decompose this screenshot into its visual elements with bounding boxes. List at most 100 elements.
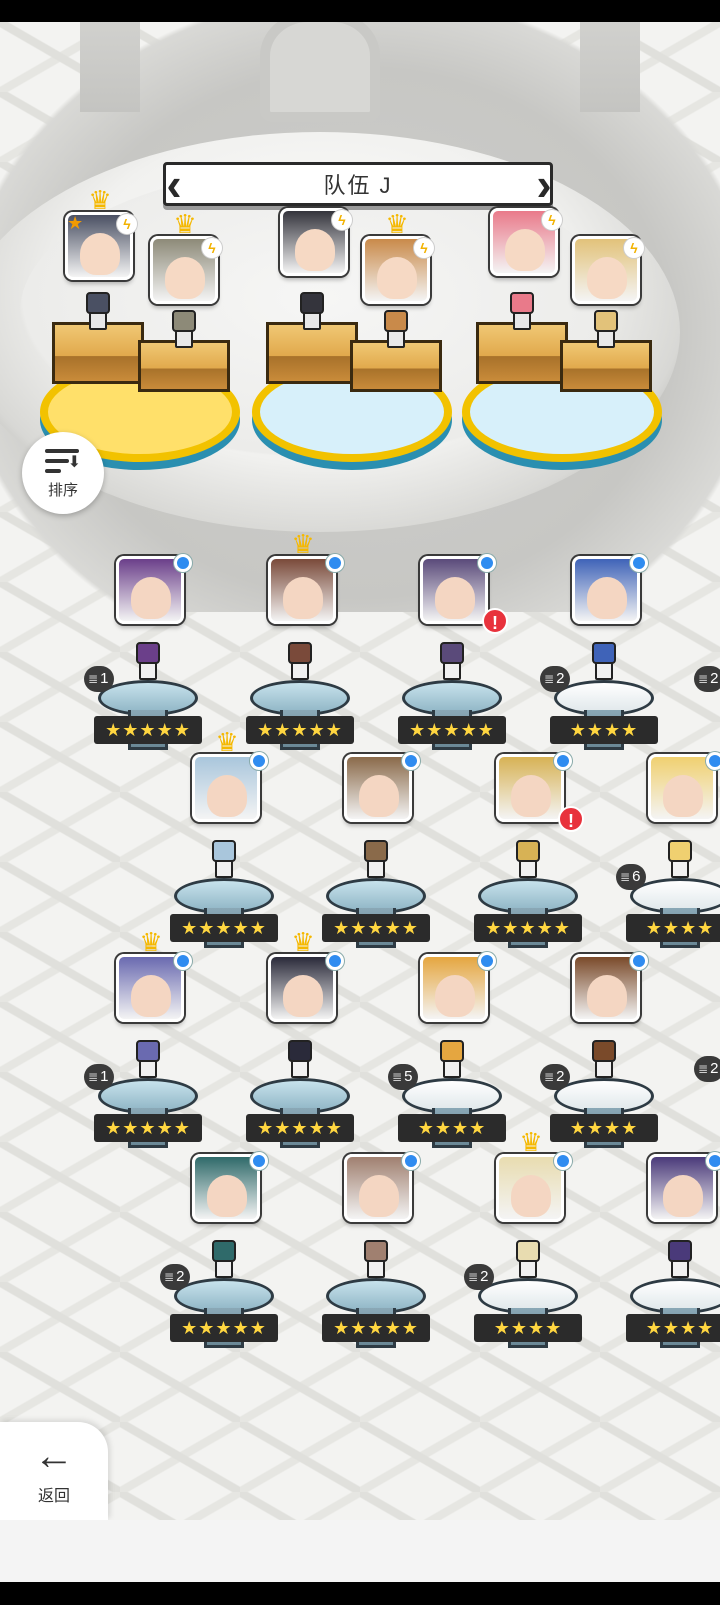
portrait-face [80, 233, 120, 275]
portrait-face [131, 975, 171, 1017]
crown-icon: ♛ [173, 209, 197, 239]
selected-dot-icon [630, 554, 648, 572]
star-rating-text: ★★★★★ [333, 1318, 419, 1338]
sort-icon: ⬇ [45, 447, 81, 475]
duplicate-count: 5 [404, 1068, 413, 1085]
portrait-face [207, 1175, 247, 1217]
hero-sprite[interactable] [358, 1240, 394, 1280]
sprite-body [595, 1060, 613, 1078]
sort-label: 排序 [47, 481, 78, 499]
duplicate-count-badge: ≣ 2 [160, 1264, 191, 1290]
sprite-head [668, 1240, 692, 1262]
stack-icon: ≣ [468, 1270, 479, 1284]
sprite-body [387, 330, 405, 348]
stack-icon: ≣ [392, 1070, 403, 1084]
star-icon: ★ [67, 213, 84, 233]
stack-icon: ≣ [88, 1070, 99, 1084]
stack-icon: ≣ [544, 672, 555, 686]
selected-dot-icon [630, 952, 648, 970]
crown-icon: ♛ [291, 927, 315, 957]
hero-sprite[interactable] [434, 1040, 470, 1080]
duplicate-count: 2 [710, 670, 719, 687]
hero-sprite[interactable] [434, 642, 470, 682]
hero-sprite[interactable] [282, 1040, 318, 1080]
crown-icon: ♛ [215, 727, 239, 757]
duplicate-count: 2 [556, 1068, 565, 1085]
hero-sprite[interactable] [358, 840, 394, 880]
star-rating: ★★★★ [550, 716, 658, 744]
emblem-icon [260, 22, 380, 122]
duplicate-count-badge: ≣ 2 [464, 1264, 495, 1290]
hero-sprite[interactable] [294, 292, 330, 332]
hero-sprite[interactable] [504, 292, 540, 332]
star-rating: ★★★★★ [94, 1114, 202, 1142]
stack-icon: ≣ [620, 870, 631, 884]
star-rating-text: ★★★★★ [257, 1118, 343, 1138]
lightning-icon: ϟ [332, 210, 352, 230]
crown-icon: ♛ [291, 529, 315, 559]
sprite-head [668, 840, 692, 862]
hero-sprite[interactable] [510, 840, 546, 880]
hero-sprite[interactable] [510, 1240, 546, 1280]
star-rating-text: ★★★★ [569, 1118, 639, 1138]
sprite-body [595, 662, 613, 680]
hero-sprite[interactable] [586, 1040, 622, 1080]
sprite-body [671, 860, 689, 878]
hero-sprite[interactable] [662, 840, 698, 880]
portrait-face [165, 257, 205, 299]
hero-sprite[interactable] [80, 292, 116, 332]
hero-sprite[interactable] [130, 1040, 166, 1080]
sprite-body [519, 860, 537, 878]
crown-icon: ♛ [88, 185, 112, 215]
duplicate-count-badge: ≣ 1 [84, 1064, 115, 1090]
next-team-arrow-icon[interactable]: › [530, 161, 558, 207]
selected-dot-icon [402, 752, 420, 770]
hero-sprite[interactable] [206, 840, 242, 880]
sprite-head [212, 840, 236, 862]
sprite-body [513, 312, 531, 330]
star-rating: ★★★★★ [170, 914, 278, 942]
hero-sprite[interactable] [282, 642, 318, 682]
star-rating-text: ★★★★★ [257, 720, 343, 740]
hero-sprite[interactable] [130, 642, 166, 682]
selected-dot-icon [250, 752, 268, 770]
portrait-face [663, 1175, 703, 1217]
selected-dot-icon [174, 554, 192, 572]
star-rating-text: ★★★★ [645, 1318, 715, 1338]
prev-team-arrow-icon[interactable]: ‹ [160, 161, 188, 207]
sprite-head [364, 1240, 388, 1262]
sprite-head [516, 1240, 540, 1262]
sprite-head [592, 642, 616, 664]
hero-sprite[interactable] [586, 642, 622, 682]
sprite-body [597, 330, 615, 348]
hero-sprite[interactable] [662, 1240, 698, 1280]
hero-sprite[interactable] [206, 1240, 242, 1280]
selected-dot-icon [478, 554, 496, 572]
hero-sprite[interactable] [378, 310, 414, 350]
star-rating-text: ★★★★★ [181, 1318, 267, 1338]
duplicate-count: 6 [632, 868, 641, 885]
sprite-head [288, 642, 312, 664]
star-rating: ★★★★ [474, 1314, 582, 1342]
alert-icon: ! [482, 608, 508, 634]
selected-dot-icon [706, 1152, 720, 1170]
portrait-face [359, 775, 399, 817]
portrait-face [511, 1175, 551, 1217]
star-rating-text: ★★★★★ [333, 918, 419, 938]
sprite-body [671, 1260, 689, 1278]
hero-sprite[interactable] [166, 310, 202, 350]
selected-dot-icon [478, 952, 496, 970]
sprite-head [212, 1240, 236, 1262]
back-button[interactable]: ← 返回 [0, 1422, 108, 1520]
pillar [580, 22, 640, 112]
duplicate-count-badge: ≣ 2 [694, 666, 720, 692]
sort-button[interactable]: ⬇ 排序 [22, 432, 104, 514]
star-rating-text: ★★★★★ [181, 918, 267, 938]
selected-dot-icon [706, 752, 720, 770]
portrait-face [435, 975, 475, 1017]
star-rating: ★★★★★ [398, 716, 506, 744]
sprite-head [516, 840, 540, 862]
hero-sprite[interactable] [588, 310, 624, 350]
back-label: 返回 [37, 1488, 70, 1505]
star-rating: ★★★★★ [246, 1114, 354, 1142]
